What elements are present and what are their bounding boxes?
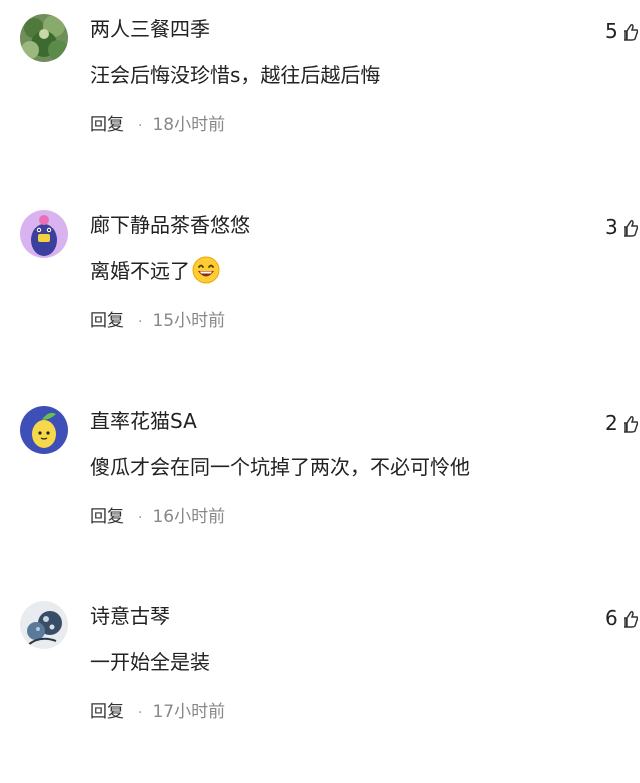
- lemon-cartoon-avatar-icon: [20, 406, 68, 454]
- comment-meta: 回复 · 18小时前: [90, 112, 225, 139]
- like-button[interactable]: 6: [605, 603, 638, 633]
- comment-text-body: 离婚不远了: [90, 259, 190, 283]
- thumbs-up-icon: [622, 415, 638, 437]
- like-count: 3: [605, 215, 618, 239]
- comment-item: 直率花猫SA 傻瓜才会在同一个坑掉了两次，不必可怜他 回复 · 16小时前 2: [0, 392, 640, 588]
- comment-text: 离婚不远了: [90, 256, 220, 292]
- like-button[interactable]: 5: [605, 16, 638, 46]
- thumbs-up-icon: [622, 23, 638, 45]
- comment-meta: 回复 · 15小时前: [90, 308, 225, 335]
- like-count: 6: [605, 606, 618, 630]
- separator-dot: ·: [138, 118, 143, 134]
- avatar[interactable]: [20, 601, 68, 649]
- username[interactable]: 诗意古琴: [90, 601, 170, 631]
- purple-cartoon-avatar-icon: [20, 210, 68, 258]
- separator-dot: ·: [138, 705, 143, 721]
- reply-button[interactable]: 回复: [90, 311, 124, 331]
- reply-button[interactable]: 回复: [90, 702, 124, 722]
- timestamp: 16小时前: [152, 507, 226, 527]
- green-plant-avatar-icon: [20, 14, 68, 62]
- comment-text: 傻瓜才会在同一个坑掉了两次，不必可怜他: [90, 455, 470, 479]
- like-count: 5: [605, 19, 618, 43]
- comment-meta: 回复 · 16小时前: [90, 504, 225, 531]
- reply-button[interactable]: 回复: [90, 115, 124, 135]
- username[interactable]: 直率花猫SA: [90, 406, 197, 436]
- timestamp: 15小时前: [152, 311, 226, 331]
- separator-dot: ·: [138, 314, 143, 330]
- avatar[interactable]: [20, 14, 68, 62]
- timestamp: 18小时前: [152, 115, 226, 135]
- comment-text: 汪会后悔没珍惜s，越往后越后悔: [90, 63, 381, 87]
- comment-text: 一开始全是装: [90, 650, 210, 674]
- avatar[interactable]: [20, 210, 68, 258]
- like-count: 2: [605, 411, 618, 435]
- reply-button[interactable]: 回复: [90, 507, 124, 527]
- laughing-face-emoji-icon: [192, 256, 220, 292]
- comment-item: 诗意古琴 一开始全是装 回复 · 17小时前 6: [0, 587, 640, 783]
- timestamp: 17小时前: [152, 702, 226, 722]
- thumbs-up-icon: [622, 219, 638, 241]
- night-blossom-avatar-icon: [20, 601, 68, 649]
- comment-item: 两人三餐四季 汪会后悔没珍惜s，越往后越后悔 回复 · 18小时前 5: [0, 0, 640, 196]
- like-button[interactable]: 3: [605, 212, 638, 242]
- comment-item: 廊下静品茶香悠悠 离婚不远了 回复 · 15小时前 3: [0, 196, 640, 392]
- comment-meta: 回复 · 17小时前: [90, 699, 225, 726]
- username[interactable]: 两人三餐四季: [90, 14, 210, 44]
- username[interactable]: 廊下静品茶香悠悠: [90, 210, 250, 240]
- avatar[interactable]: [20, 406, 68, 454]
- thumbs-up-icon: [622, 610, 638, 632]
- separator-dot: ·: [138, 510, 143, 526]
- like-button[interactable]: 2: [605, 408, 638, 438]
